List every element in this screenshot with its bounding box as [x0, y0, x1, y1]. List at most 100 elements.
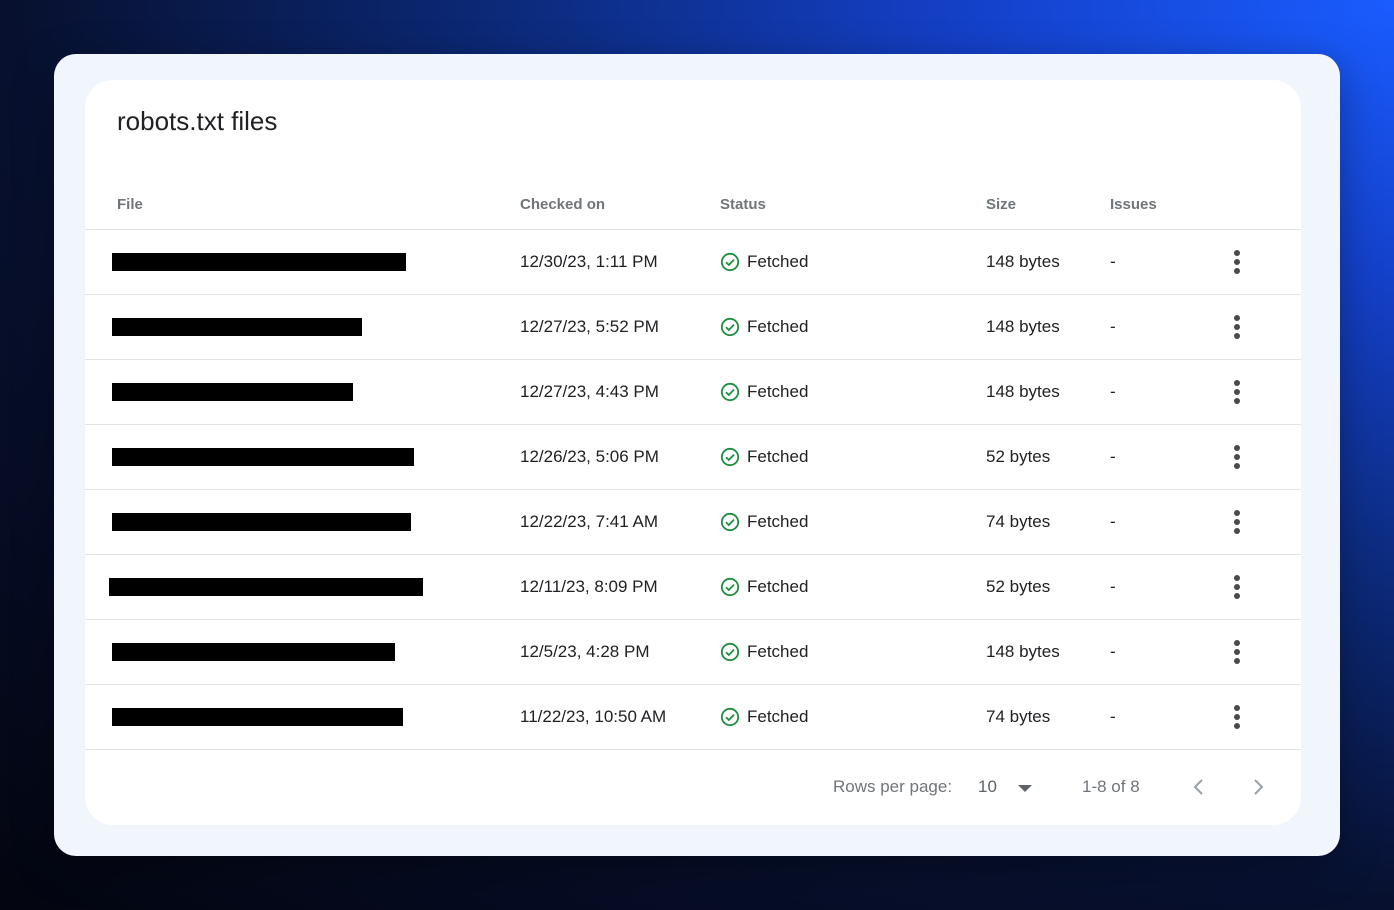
row-more-button[interactable] — [1225, 248, 1249, 276]
redacted-file-url — [112, 643, 395, 661]
more-vert-icon — [1234, 445, 1240, 451]
more-vert-icon-dot — [1234, 593, 1240, 599]
redacted-file-url — [112, 708, 403, 726]
size-cell: 148 bytes — [986, 252, 1060, 271]
table-row[interactable]: 12/22/23, 7:41 AM Fetched 74 bytes - — [85, 490, 1301, 555]
more-vert-icon — [1234, 315, 1240, 321]
redacted-file-url — [112, 253, 406, 271]
more-vert-icon-dot — [1234, 454, 1240, 460]
more-vert-icon-dot — [1234, 658, 1240, 664]
status-cell: Fetched — [720, 555, 808, 619]
status-cell: Fetched — [720, 360, 808, 424]
table-row[interactable]: 11/22/23, 10:50 AM Fetched 74 bytes - — [85, 685, 1301, 750]
more-vert-icon-dot — [1234, 528, 1240, 534]
column-header-size[interactable]: Size — [986, 196, 1016, 213]
size-cell: 148 bytes — [986, 317, 1060, 336]
status-label: Fetched — [747, 317, 809, 336]
redacted-file-url — [112, 513, 411, 531]
more-vert-icon — [1234, 575, 1240, 581]
rows-per-page-select[interactable]: 10 — [978, 772, 1040, 802]
pagination-range: 1-8 of 8 — [1082, 777, 1140, 796]
checked-on-cell: 12/27/23, 4:43 PM — [520, 382, 659, 401]
issues-cell: - — [1110, 317, 1116, 336]
column-header-status[interactable]: Status — [720, 196, 766, 213]
status-label: Fetched — [747, 512, 809, 531]
more-vert-icon-dot — [1234, 649, 1240, 655]
previous-page-button[interactable] — [1184, 772, 1214, 802]
table-row[interactable]: 12/5/23, 4:28 PM Fetched 148 bytes - — [85, 620, 1301, 685]
issues-cell: - — [1110, 642, 1116, 661]
row-more-button[interactable] — [1225, 313, 1249, 341]
check-circle-icon — [720, 447, 740, 467]
check-circle-icon — [720, 707, 740, 727]
checked-on-cell: 12/30/23, 1:11 PM — [520, 252, 658, 271]
column-header-checked-on[interactable]: Checked on — [520, 196, 605, 213]
caret-down-icon — [1018, 785, 1032, 792]
more-vert-icon — [1234, 250, 1240, 256]
more-vert-icon — [1234, 380, 1240, 386]
more-vert-icon — [1234, 510, 1240, 516]
pagination-footer: Rows per page: 10 1-8 of 8 — [85, 750, 1301, 825]
table-header: File Checked on Status Size Issues — [85, 188, 1301, 230]
checked-on-cell: 12/5/23, 4:28 PM — [520, 642, 650, 661]
table-row[interactable]: 12/27/23, 4:43 PM Fetched 148 bytes - — [85, 360, 1301, 425]
redacted-file-url — [112, 448, 414, 466]
status-cell: Fetched — [720, 620, 808, 684]
column-header-issues[interactable]: Issues — [1110, 196, 1157, 213]
status-label: Fetched — [747, 577, 809, 596]
more-vert-icon — [1234, 640, 1240, 646]
status-label: Fetched — [747, 447, 809, 466]
status-label: Fetched — [747, 707, 809, 726]
issues-cell: - — [1110, 447, 1116, 466]
size-cell: 148 bytes — [986, 382, 1060, 401]
robots-files-card: robots.txt files File Checked on Status … — [85, 80, 1301, 825]
checked-on-cell: 11/22/23, 10:50 AM — [520, 707, 667, 726]
table-row[interactable]: 12/27/23, 5:52 PM Fetched 148 bytes - — [85, 295, 1301, 360]
rows-per-page-value: 10 — [978, 777, 997, 796]
outer-card: robots.txt files File Checked on Status … — [54, 54, 1340, 856]
row-more-button[interactable] — [1225, 443, 1249, 471]
status-label: Fetched — [747, 642, 809, 661]
next-page-button[interactable] — [1243, 772, 1273, 802]
redacted-file-url — [109, 578, 423, 596]
status-label: Fetched — [747, 382, 809, 401]
status-cell: Fetched — [720, 230, 808, 294]
more-vert-icon-dot — [1234, 463, 1240, 469]
card-title: robots.txt files — [117, 106, 278, 136]
check-circle-icon — [720, 642, 740, 662]
status-cell: Fetched — [720, 425, 808, 489]
issues-cell: - — [1110, 252, 1116, 271]
more-vert-icon-dot — [1234, 389, 1240, 395]
more-vert-icon-dot — [1234, 723, 1240, 729]
row-more-button[interactable] — [1225, 703, 1249, 731]
status-cell: Fetched — [720, 490, 808, 554]
status-cell: Fetched — [720, 295, 808, 359]
check-circle-icon — [720, 382, 740, 402]
row-more-button[interactable] — [1225, 573, 1249, 601]
check-circle-icon — [720, 252, 740, 272]
size-cell: 148 bytes — [986, 642, 1060, 661]
more-vert-icon-dot — [1234, 333, 1240, 339]
issues-cell: - — [1110, 707, 1116, 726]
more-vert-icon-dot — [1234, 268, 1240, 274]
status-cell: Fetched — [720, 685, 808, 749]
table-row[interactable]: 12/11/23, 8:09 PM Fetched 52 bytes - — [85, 555, 1301, 620]
check-circle-icon — [720, 317, 740, 337]
checked-on-cell: 12/22/23, 7:41 AM — [520, 512, 658, 531]
table-row[interactable]: 12/30/23, 1:11 PM Fetched 148 bytes - — [85, 230, 1301, 295]
row-more-button[interactable] — [1225, 508, 1249, 536]
redacted-file-url — [112, 318, 362, 336]
checked-on-cell: 12/26/23, 5:06 PM — [520, 447, 659, 466]
table-row[interactable]: 12/26/23, 5:06 PM Fetched 52 bytes - — [85, 425, 1301, 490]
size-cell: 74 bytes — [986, 707, 1051, 726]
size-cell: 74 bytes — [986, 512, 1051, 531]
table-body: 12/30/23, 1:11 PM Fetched 148 bytes -12/27/… — [85, 230, 1301, 750]
more-vert-icon — [1234, 705, 1240, 711]
issues-cell: - — [1110, 382, 1116, 401]
checked-on-cell: 12/27/23, 5:52 PM — [520, 317, 659, 336]
more-vert-icon-dot — [1234, 584, 1240, 590]
check-circle-icon — [720, 577, 740, 597]
column-header-file[interactable]: File — [117, 196, 143, 213]
row-more-button[interactable] — [1225, 378, 1249, 406]
row-more-button[interactable] — [1225, 638, 1249, 666]
